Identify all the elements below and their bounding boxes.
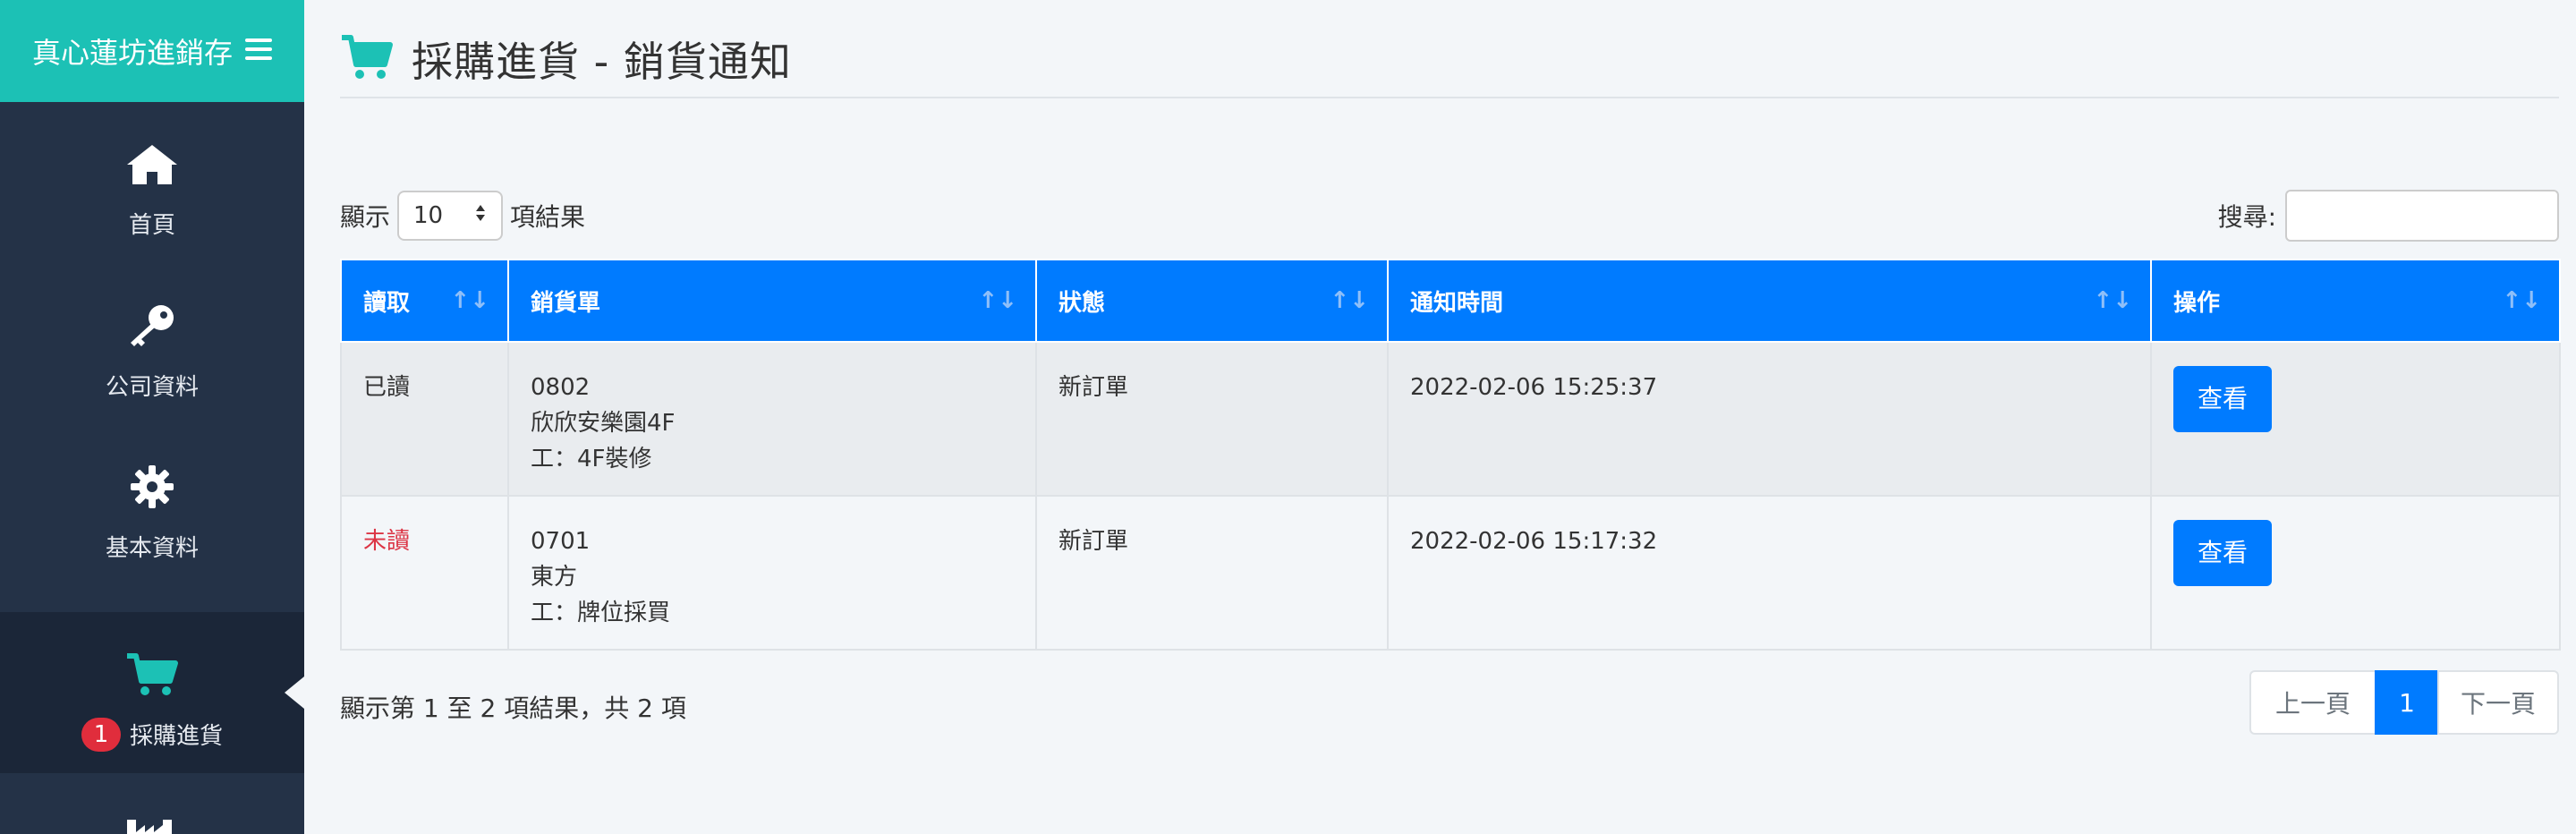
- order-number: 0802: [531, 374, 591, 401]
- prev-page-button[interactable]: 上一頁: [2249, 670, 2376, 735]
- view-button[interactable]: 查看: [2173, 366, 2272, 432]
- page-1-button[interactable]: 1: [2375, 670, 2439, 735]
- status-cell: 新訂單: [1035, 495, 1389, 651]
- table-info: 顯示第 1 至 2 項結果，共 2 項: [340, 694, 686, 723]
- order-cell: 0802 欣欣安樂園4F 工：4F裝修: [507, 341, 1037, 497]
- sidebar-item-company[interactable]: 公司資料: [0, 263, 304, 424]
- order-work: 工：4F裝修: [531, 446, 652, 472]
- sort-icon: ↑↓: [2502, 287, 2541, 314]
- brand-title: 真心蓮坊進銷存: [31, 36, 233, 70]
- sort-icon: ↑↓: [1330, 287, 1369, 314]
- page-length-value: 10: [413, 202, 444, 229]
- action-cell: 查看: [2150, 341, 2561, 497]
- home-icon: [125, 143, 179, 192]
- status-cell: 新訂單: [1035, 341, 1389, 497]
- column-header-action[interactable]: 操作 ↑↓: [2150, 259, 2561, 343]
- time-cell: 2022-02-06 15:17:32: [1387, 495, 2152, 651]
- sidebar: 真心蓮坊進銷存 首頁 公司資料 基本資料 1 採購進貨: [0, 0, 304, 834]
- sidebar-item-label: 首頁: [128, 212, 175, 239]
- order-work: 工：牌位採買: [531, 600, 671, 626]
- length-prefix: 顯示: [340, 202, 391, 232]
- sidebar-item-label-row: 1 採購進貨: [81, 717, 223, 752]
- length-suffix: 項結果: [510, 202, 586, 232]
- sidebar-item-label: 公司資料: [105, 374, 199, 401]
- order-cell: 0701 東方 工：牌位採買: [507, 495, 1037, 651]
- sidebar-item-home[interactable]: 首頁: [0, 102, 304, 263]
- pagination: 上一頁 1 下一頁: [2249, 670, 2559, 735]
- table-row: 已讀 0802 欣欣安樂園4F 工：4F裝修 新訂單 2022-02-06 15…: [340, 341, 2561, 497]
- sort-icon: ↑↓: [450, 287, 489, 314]
- order-customer: 東方: [531, 564, 578, 591]
- factory-icon: [125, 818, 179, 834]
- page-length-control: 顯示 10 項結果: [340, 190, 585, 242]
- search-control: 搜尋:: [2218, 190, 2559, 242]
- notification-badge: 1: [81, 717, 121, 752]
- column-header-order[interactable]: 銷貨單 ↑↓: [507, 259, 1037, 343]
- brand-bar: 真心蓮坊進銷存: [0, 0, 304, 102]
- action-cell: 查看: [2150, 495, 2561, 651]
- cart-icon: [340, 34, 394, 84]
- select-arrows-icon: [474, 202, 487, 229]
- gear-icon: [130, 464, 174, 515]
- page-header: 採購進貨 - 銷貨通知: [340, 21, 2559, 98]
- column-header-status[interactable]: 狀態 ↑↓: [1035, 259, 1389, 343]
- sidebar-item-label: 基本資料: [105, 535, 199, 562]
- column-header-time[interactable]: 通知時間 ↑↓: [1387, 259, 2152, 343]
- page-length-select[interactable]: 10: [397, 191, 504, 241]
- sidebar-item-factory[interactable]: [0, 773, 304, 834]
- read-status-cell: 已讀: [340, 341, 509, 497]
- notification-table: 讀取 ↑↓ 銷貨單 ↑↓ 狀態 ↑↓ 通知時間 ↑↓ 操作 ↑↓ 已讀 0802 欣欣安樂…: [340, 259, 2561, 651]
- sidebar-item-label: 採購進貨: [129, 723, 223, 750]
- view-button[interactable]: 查看: [2173, 520, 2272, 586]
- next-page-button[interactable]: 下一頁: [2437, 670, 2559, 735]
- search-input[interactable]: [2285, 190, 2559, 242]
- read-status-cell: 未讀: [340, 495, 509, 651]
- cart-icon: [125, 652, 179, 703]
- sidebar-item-basic[interactable]: 基本資料: [0, 424, 304, 585]
- key-icon: [127, 303, 177, 354]
- sidebar-item-purchase[interactable]: 1 採購進貨: [0, 612, 304, 773]
- table-row: 未讀 0701 東方 工：牌位採買 新訂單 2022-02-06 15:17:3…: [340, 495, 2561, 651]
- order-number: 0701: [531, 528, 591, 555]
- menu-toggle-icon[interactable]: [245, 33, 272, 69]
- column-header-read[interactable]: 讀取 ↑↓: [340, 259, 509, 343]
- time-cell: 2022-02-06 15:25:37: [1387, 341, 2152, 497]
- sort-icon: ↑↓: [978, 287, 1017, 314]
- table-header-row: 讀取 ↑↓ 銷貨單 ↑↓ 狀態 ↑↓ 通知時間 ↑↓ 操作 ↑↓: [340, 259, 2561, 343]
- order-customer: 欣欣安樂園4F: [531, 410, 676, 437]
- page-title: 採購進貨 - 銷貨通知: [412, 38, 792, 86]
- sort-icon: ↑↓: [2093, 287, 2132, 314]
- search-label: 搜尋:: [2217, 202, 2276, 232]
